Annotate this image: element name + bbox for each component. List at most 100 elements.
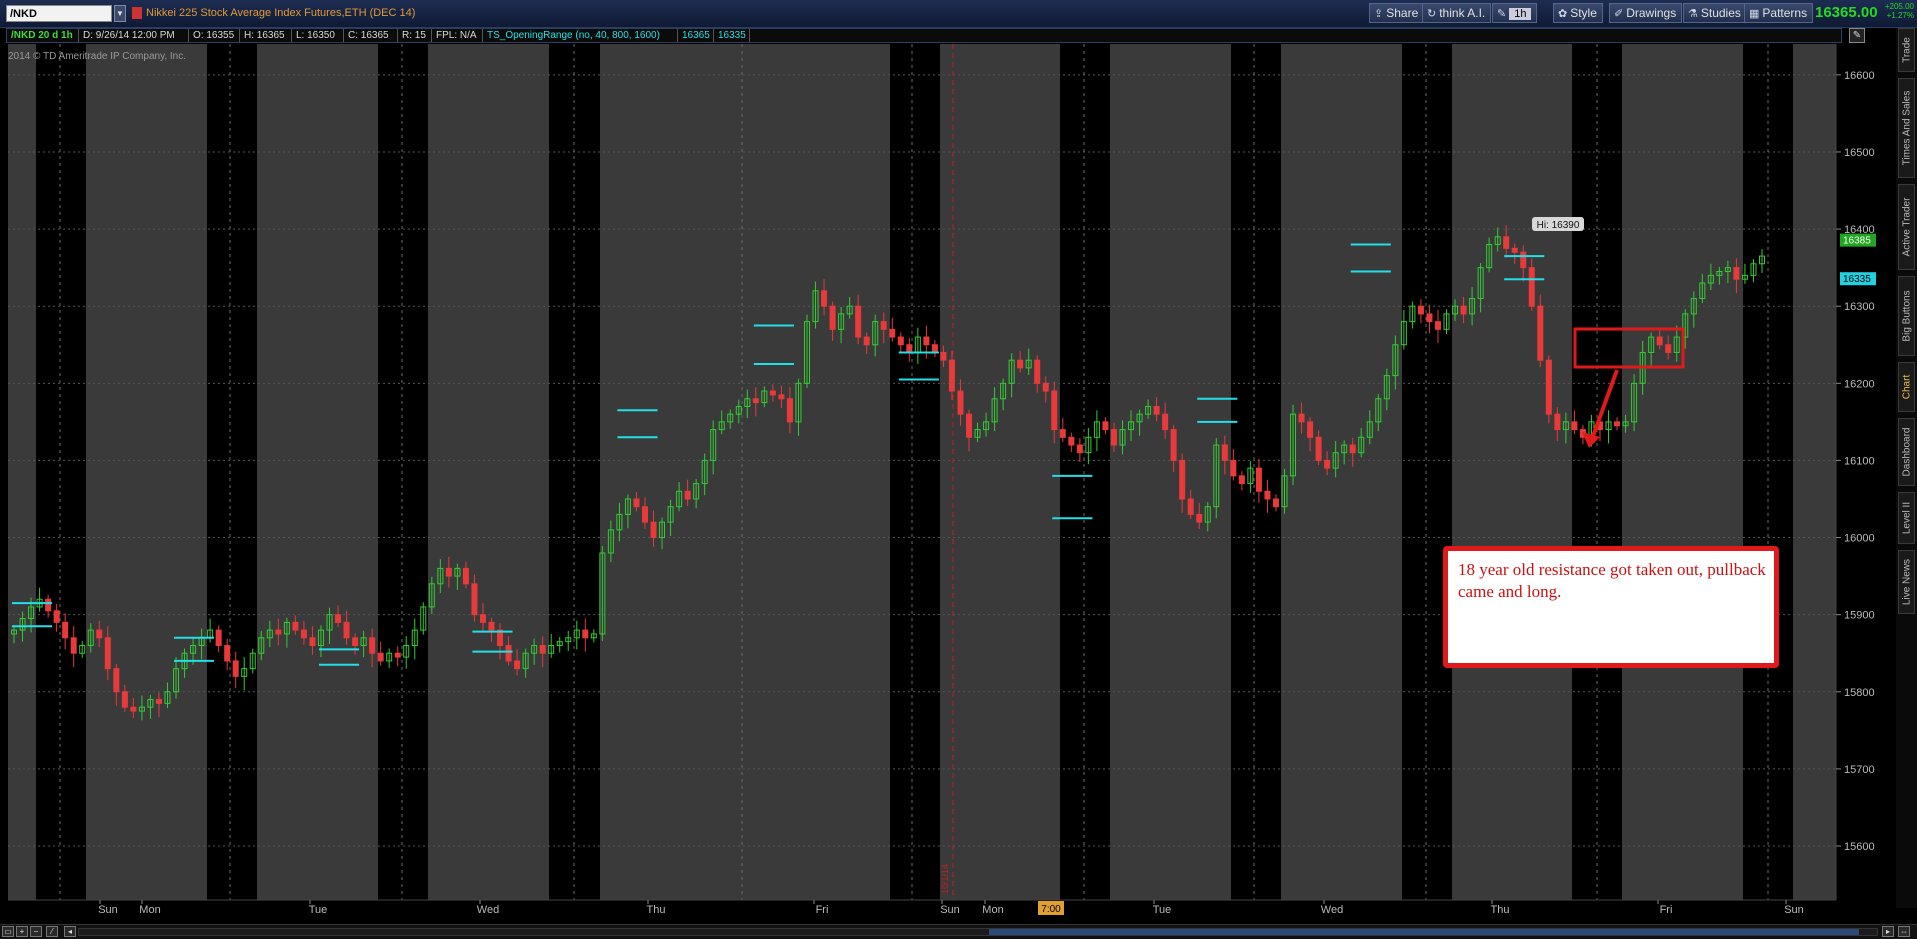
tab-level-ii[interactable]: Level II: [1898, 492, 1915, 544]
last-price-tag-label: 16385: [1843, 236, 1871, 247]
price-tick-label: 15700: [1844, 764, 1875, 776]
annotation-text: 18 year old resistance got taken out, pu…: [1458, 560, 1766, 601]
time-tick-label: Sun: [1784, 904, 1804, 916]
study-name[interactable]: TS_OpeningRange (no, 40, 800, 1600): [483, 29, 678, 42]
candle-body: [309, 637, 316, 647]
scroll-right-icon[interactable]: ▸: [1882, 926, 1894, 937]
candle-body: [1264, 490, 1271, 500]
candle-body: [1076, 444, 1083, 454]
candle-body: [1315, 436, 1322, 461]
candle-body: [1221, 444, 1228, 461]
wrench-icon: ✎: [1497, 8, 1507, 20]
think-ai-button[interactable]: ↻ think A.I.: [1422, 3, 1492, 23]
tab-active-trader[interactable]: Active Trader: [1898, 184, 1915, 270]
price-axis: 1660016500164001630016200161001600015900…: [1835, 44, 1896, 900]
top-toolbar: ▼ Nikkei 225 Stock Average Index Futures…: [0, 0, 1917, 28]
candle-body: [1656, 336, 1663, 346]
crosshair-icon[interactable]: ⁄: [46, 926, 58, 937]
overnight-session-band: [378, 44, 428, 900]
candle-body: [130, 706, 137, 712]
candle-body: [1272, 498, 1279, 508]
candle-body: [369, 637, 376, 654]
bar-close: C: 16365: [344, 29, 398, 42]
candle-body: [1417, 305, 1424, 315]
price-tick-label: 16500: [1844, 147, 1875, 159]
time-tick-label: Thu: [1491, 904, 1510, 916]
time-axis: Sun Mon Tue Wed Thu Fri Sun Mon Tue Wed Thu Fri Sun 7…: [0, 899, 1896, 924]
candle-body: [300, 629, 307, 639]
candle-body: [1434, 321, 1441, 330]
candle-body: [479, 614, 486, 623]
candle-body: [1733, 267, 1740, 280]
bar-range: R: 15: [398, 29, 432, 42]
studies-button[interactable]: ⚗ Studies: [1683, 3, 1747, 23]
chart-info-bar: /NKD 20 d 1h D: 9/26/14 12:00 PM O: 1635…: [6, 28, 1842, 43]
tab-live-news[interactable]: Live News: [1898, 550, 1915, 614]
candle-body: [948, 359, 955, 392]
candle-body: [45, 598, 52, 612]
candle-body: [1179, 459, 1186, 500]
tab-chart[interactable]: Chart: [1898, 362, 1915, 412]
candle-body: [829, 305, 836, 330]
candle-body: [1153, 405, 1160, 415]
overnight-session-band: [36, 44, 86, 900]
style-button[interactable]: ✿ Style: [1553, 3, 1603, 23]
copyright-text: 2014 © TD Ameritrade IP Company, Inc.: [8, 51, 186, 62]
patterns-button[interactable]: ▦ Patterns: [1744, 3, 1814, 23]
zoom-in-icon[interactable]: +: [16, 926, 28, 937]
candle-body: [1017, 359, 1024, 369]
bar-low: L: 16350: [292, 29, 344, 42]
chart-period[interactable]: /NKD 20 d 1h: [7, 29, 79, 42]
candle-body: [957, 390, 964, 415]
zoom-out-icon[interactable]: −: [30, 926, 42, 937]
candle-body: [514, 660, 521, 670]
expand-icon[interactable]: ⇔: [1898, 926, 1910, 937]
candle-body: [1545, 359, 1552, 415]
high-label-text: Hi: 16390: [1537, 220, 1580, 231]
bar-fpl: FPL: N/A: [432, 29, 483, 42]
price-change-pct: +1.27%: [1886, 11, 1914, 20]
candle-body: [1042, 382, 1049, 392]
timeframe-button[interactable]: ✎ 1h: [1492, 3, 1538, 23]
candle-body: [275, 629, 282, 635]
share-button[interactable]: ⇪ Share: [1369, 3, 1425, 23]
candle-body: [650, 521, 657, 539]
candle-body: [292, 621, 299, 631]
drawings-button[interactable]: ✐ Drawings: [1609, 3, 1683, 23]
bar-open: O: 16355: [189, 29, 240, 42]
scroll-left-icon[interactable]: ◂: [64, 926, 76, 937]
price-tick-label: 16200: [1844, 378, 1875, 390]
candle-body: [377, 652, 384, 662]
price-chart[interactable]: 10/1/14 16600165001640016300162001610016…: [0, 44, 1896, 924]
annotation-note[interactable]: 18 year old resistance got taken out, pu…: [1443, 546, 1779, 668]
zoom-fit-icon[interactable]: ▭: [2, 926, 14, 937]
flag-icon: [132, 7, 142, 19]
chart-scrollbar[interactable]: [78, 928, 1878, 936]
candle-body: [1307, 421, 1314, 438]
candle-body: [155, 698, 162, 704]
overnight-session-band: [207, 44, 257, 900]
tab-trade[interactable]: Trade: [1898, 28, 1915, 72]
time-tick-label: Wed: [1321, 904, 1343, 916]
candle-body: [62, 621, 69, 639]
candle-body: [769, 390, 776, 396]
price-tick-label: 15600: [1844, 841, 1875, 853]
tab-dashboard[interactable]: Dashboard: [1898, 418, 1915, 486]
price-tick-label: 15900: [1844, 610, 1875, 622]
flask-icon: ⚗: [1688, 8, 1698, 20]
chart-settings-button[interactable]: ✎: [1849, 28, 1865, 43]
scrollbar-thumb[interactable]: [989, 929, 1859, 935]
time-tick-label: Wed: [477, 904, 499, 916]
tab-times-and-sales[interactable]: Times And Sales: [1898, 78, 1915, 178]
gear-icon: ✿: [1558, 8, 1568, 20]
price-tick-label: 16300: [1844, 301, 1875, 313]
symbol-input[interactable]: [6, 5, 112, 22]
candle-body: [1051, 390, 1058, 431]
price-tick-label: 16600: [1844, 70, 1875, 82]
candle-body: [923, 336, 930, 346]
candle-body: [488, 621, 495, 631]
tab-big-buttons[interactable]: Big Buttons: [1898, 276, 1915, 356]
symbol-dropdown-button[interactable]: ▼: [114, 5, 126, 22]
time-tick-label: Sun: [940, 904, 960, 916]
pencil-icon: ✎: [1852, 30, 1862, 41]
